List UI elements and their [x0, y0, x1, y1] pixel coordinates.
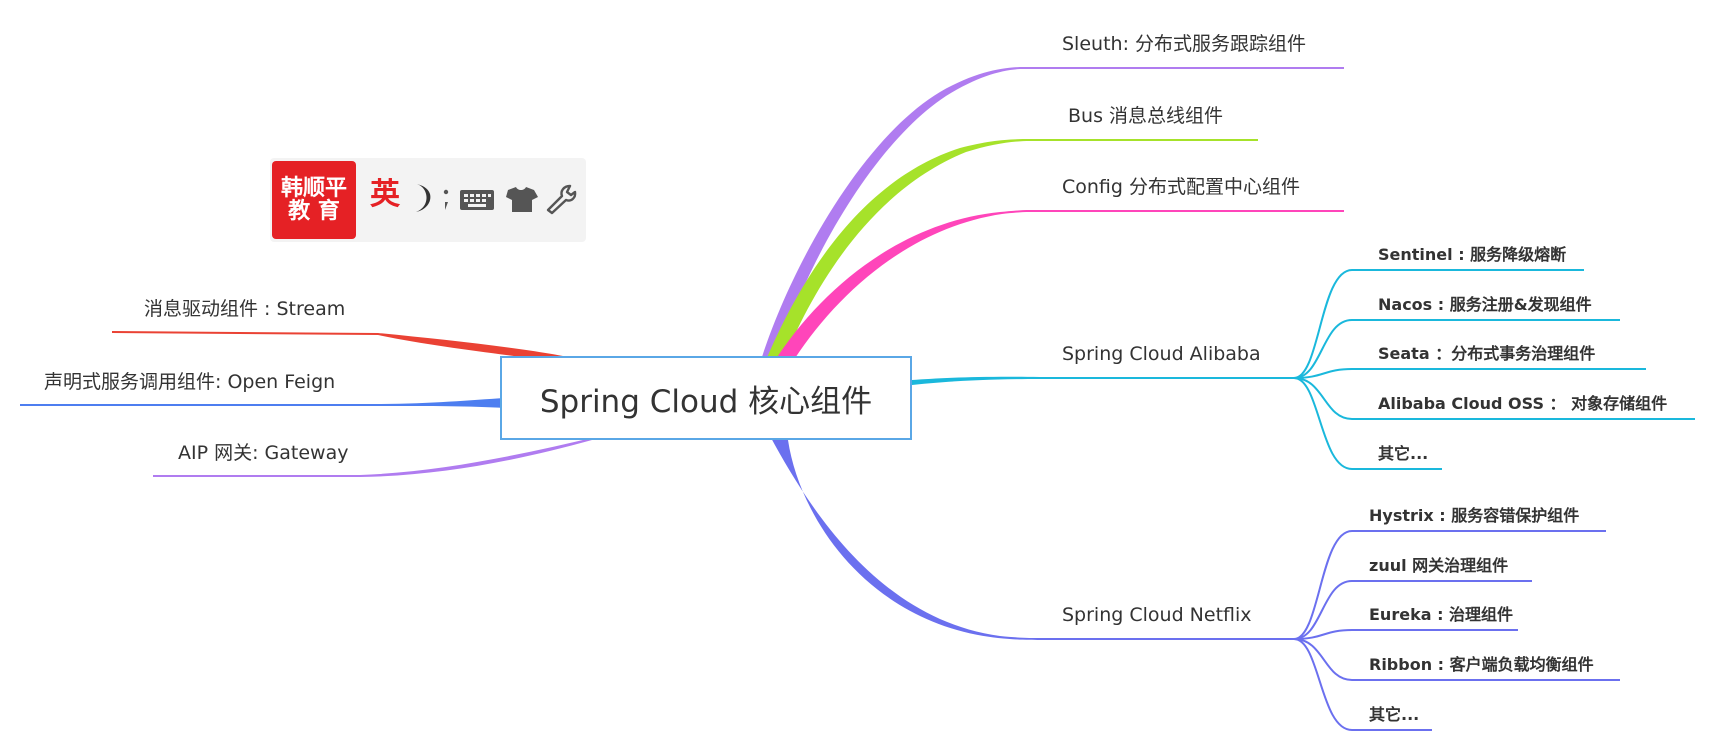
netflix-child-other[interactable]: 其它... [1369, 707, 1419, 723]
branch-bus-label[interactable]: Bus 消息总线组件 [1068, 107, 1223, 126]
ime-icon-row [416, 184, 577, 215]
alibaba-child-other[interactable]: 其它... [1378, 446, 1428, 462]
branch-feign-label[interactable]: 声明式服务调用组件: Open Feign [44, 373, 335, 392]
alibaba-child-oss[interactable]: Alibaba Cloud OSS ： 对象存储组件 [1378, 396, 1667, 412]
branch-stream-label[interactable]: 消息驱动组件 : Stream [144, 300, 345, 319]
ime-logo-line2: 教 育 [288, 199, 340, 224]
mindmap-canvas: { "center": { "title": "Spring Cloud 核心组… [0, 0, 1709, 745]
moon-icon[interactable] [416, 184, 431, 212]
ime-language-toggle[interactable]: 英 [370, 180, 400, 210]
branch-sleuth-label[interactable]: Sleuth: 分布式服务跟踪组件 [1062, 35, 1306, 54]
branch-gateway-label[interactable]: AIP 网关: Gateway [178, 444, 348, 463]
netflix-child-zuul[interactable]: zuul 网关治理组件 [1369, 558, 1508, 574]
keyboard-icon[interactable] [460, 190, 494, 210]
alibaba-child-nacos[interactable]: Nacos : 服务注册&发现组件 [1378, 297, 1592, 313]
alibaba-child-seata[interactable]: Seata ：分布式事务治理组件 [1378, 346, 1595, 362]
ime-logo: 韩顺平 教 育 [272, 161, 356, 239]
netflix-child-hystrix[interactable]: Hystrix : 服务容错保护组件 [1369, 508, 1579, 524]
alibaba-child-sentinel[interactable]: Sentinel : 服务降级熔断 [1378, 247, 1566, 263]
branch-netflix-line [770, 436, 1040, 640]
ime-logo-line1: 韩顺平 [280, 175, 347, 201]
wrench-icon[interactable] [546, 184, 577, 215]
branch-alibaba-line [912, 376, 1040, 385]
branch-netflix-label[interactable]: Spring Cloud Netflix [1062, 606, 1252, 625]
branch-alibaba-label[interactable]: Spring Cloud Alibaba [1062, 345, 1261, 364]
punctuation-icon[interactable] [443, 189, 449, 210]
branch-config-label[interactable]: Config 分布式配置中心组件 [1062, 178, 1300, 197]
netflix-child-eureka[interactable]: Eureka : 治理组件 [1369, 607, 1513, 623]
branch-feign-line [20, 398, 505, 408]
tshirt-skin-icon[interactable] [506, 187, 538, 212]
center-node[interactable]: Spring Cloud 核心组件 [500, 356, 912, 440]
ime-toolbar: 韩顺平 教 育 英 [270, 158, 586, 242]
netflix-child-ribbon[interactable]: Ribbon : 客户端负载均衡组件 [1369, 657, 1594, 673]
center-title: Spring Cloud 核心组件 [539, 383, 873, 420]
